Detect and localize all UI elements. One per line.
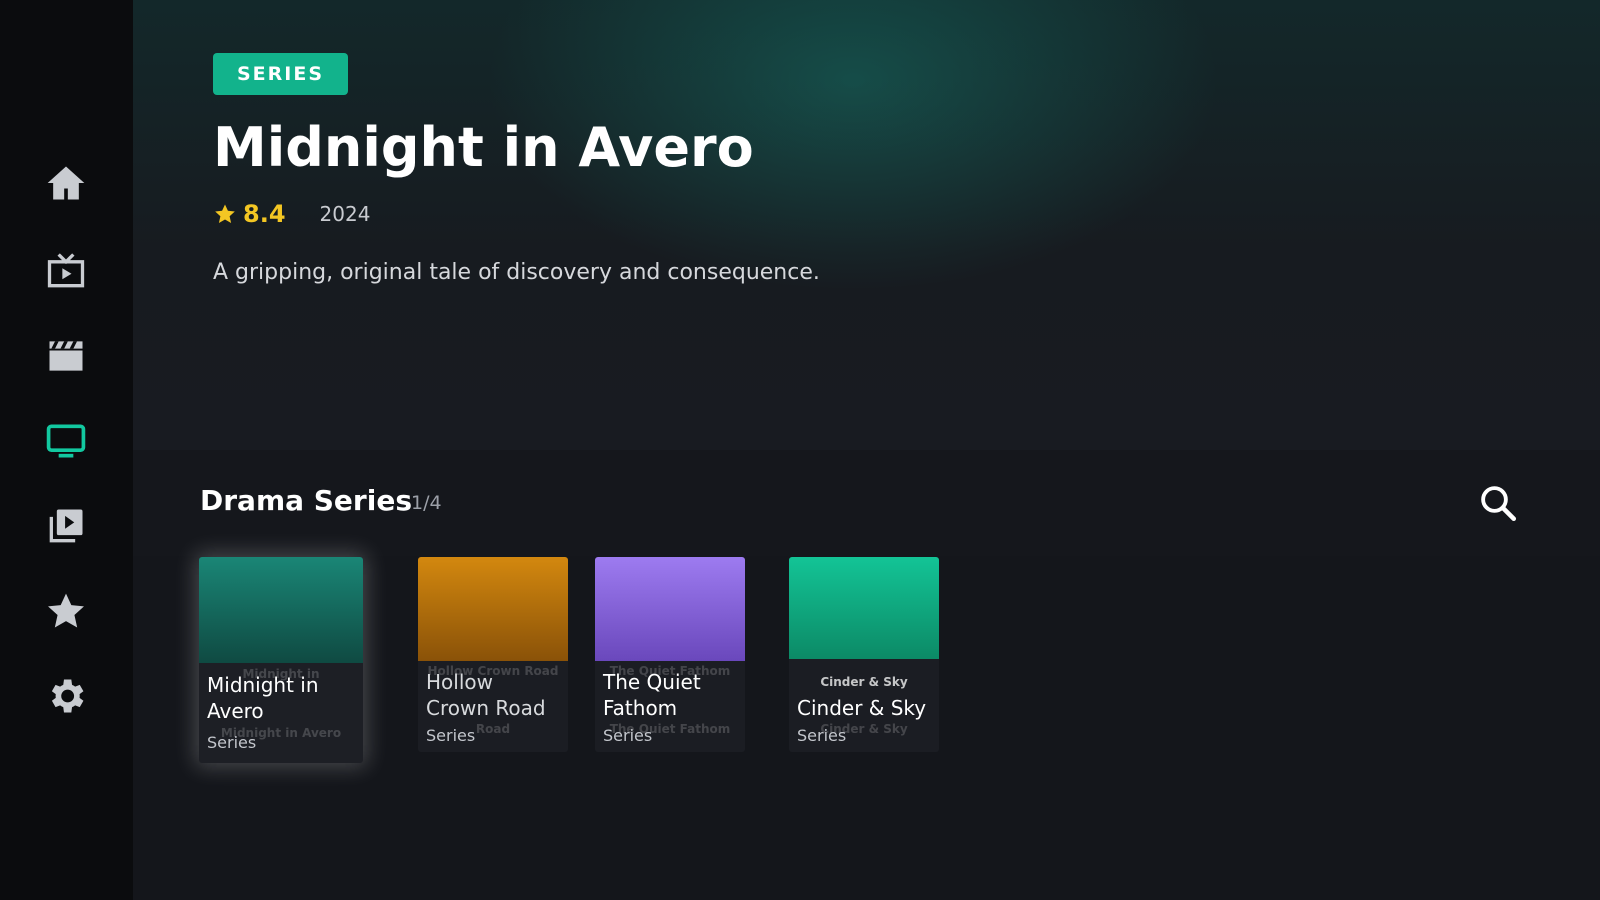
rating: 8.4 (213, 200, 286, 228)
hero-meta: 8.4 2024 (213, 200, 370, 228)
nav-favorites[interactable] (36, 586, 96, 636)
row-title: Drama Series (200, 484, 412, 517)
search-button[interactable] (1477, 482, 1519, 524)
card-type: Series (603, 726, 653, 745)
rating-star-icon (215, 204, 235, 223)
content-type-badge: SERIES (213, 53, 349, 95)
nav-movies[interactable] (36, 331, 96, 381)
card-the-quiet-fathom[interactable]: The Quiet Fathom The Quiet Fathom The Qu… (595, 557, 745, 752)
row-header: Drama Series 1/4 (133, 450, 1600, 556)
row-position-count: 1/4 (411, 492, 442, 514)
hero-banner: SERIES Midnight in Avero 8.4 2024 A grip… (133, 0, 1600, 450)
card-midnight-in-avero[interactable]: Midnight in Midnight in Avero Midnight i… (199, 557, 363, 763)
nav-live-tv[interactable] (36, 246, 96, 296)
card-type: Series (207, 733, 257, 752)
card-title: Cinder & Sky (797, 696, 927, 720)
card-type: Series (426, 726, 476, 745)
favorites-star-icon (48, 593, 84, 628)
nav-home[interactable] (36, 158, 96, 208)
card-title: Hollow Crown Road (426, 670, 546, 720)
home-icon (47, 166, 85, 200)
settings-gear-icon (51, 679, 84, 713)
hero-title: Midnight in Avero (213, 116, 754, 179)
nav-series[interactable] (36, 416, 96, 466)
card-artwork (418, 557, 568, 661)
card-type: Series (797, 726, 847, 745)
rating-value: 8.4 (243, 200, 286, 228)
movies-clapper-icon (49, 341, 83, 371)
search-icon (1481, 486, 1517, 522)
card-ghost-title: Cinder & Sky (820, 675, 908, 689)
sidebar-nav (0, 0, 133, 900)
card-artwork (199, 557, 363, 663)
release-year: 2024 (319, 202, 371, 226)
card-artwork (595, 557, 745, 661)
series-tv-icon (46, 424, 86, 458)
nav-library[interactable] (36, 501, 96, 551)
nav-settings[interactable] (36, 671, 96, 721)
card-title: The Quiet Fathom (603, 670, 701, 720)
hero-description: A gripping, original tale of discovery a… (213, 260, 820, 285)
card-cinder-and-sky[interactable]: Cinder & Sky Cinder & Sky Cinder & Sky S… (789, 557, 939, 752)
card-hollow-crown-road[interactable]: Hollow Crown Road Road Hollow Crown Road… (418, 557, 568, 752)
live-tv-icon (47, 253, 85, 288)
media-library-icon (49, 509, 83, 543)
card-artwork (789, 557, 939, 659)
card-title: Midnight in Avero (207, 673, 319, 723)
